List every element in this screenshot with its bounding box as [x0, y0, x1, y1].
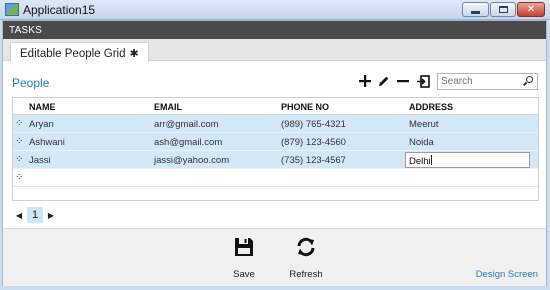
cell-name[interactable]: Ashwani: [29, 137, 65, 148]
grid-header: NAME EMAIL PHONE NO ADDRESS: [13, 98, 538, 115]
pager: ◀ 1 ▶: [14, 207, 56, 223]
row-edit-indicator-icon: ⁘: [15, 136, 24, 147]
table-row[interactable]: ⁘ Jassi jassi@yahoo.com (735) 123-4567 D…: [13, 151, 538, 169]
search-icon[interactable]: [526, 76, 533, 83]
tab-label: Editable People Grid: [20, 48, 126, 60]
table-row[interactable]: ⁘ Aryan arr@gmail.com (989) 765-4321 Mee…: [13, 115, 538, 133]
column-header-name[interactable]: NAME: [29, 102, 56, 112]
save-label: Save: [233, 269, 255, 280]
close-button[interactable]: ✕: [517, 2, 545, 17]
export-icon: [416, 74, 430, 88]
row-edit-indicator-icon: ⁘: [15, 154, 24, 165]
next-page-icon[interactable]: ▶: [46, 207, 56, 223]
tab-editable-people-grid[interactable]: Editable People Grid ✱: [10, 42, 149, 62]
cell-email[interactable]: arr@gmail.com: [154, 119, 219, 130]
plus-icon: [359, 75, 371, 87]
cell-phone[interactable]: (735) 123-4567: [281, 155, 346, 166]
window-titlebar: Application15 ✕: [0, 0, 550, 20]
close-icon: ✕: [526, 3, 536, 15]
floppy-disk-icon: [235, 238, 253, 256]
command-bar: Save Refresh Design Screen: [3, 228, 546, 286]
cell-address[interactable]: Meerut: [409, 119, 439, 130]
cell-phone[interactable]: (989) 765-4321: [281, 119, 346, 130]
cell-phone[interactable]: (879) 123-4560: [281, 137, 346, 148]
column-header-email[interactable]: EMAIL: [154, 102, 182, 112]
refresh-icon: [297, 237, 315, 257]
cell-email[interactable]: jassi@yahoo.com: [154, 155, 229, 166]
delete-button[interactable]: [396, 73, 410, 89]
new-row-icon: ⁘: [15, 172, 24, 183]
app-icon: [5, 3, 19, 16]
edit-button[interactable]: [377, 73, 391, 89]
address-editor-value: Delhi: [409, 156, 431, 167]
screen-title: People: [12, 76, 50, 90]
maximize-icon: [498, 6, 508, 13]
minimize-button[interactable]: [462, 2, 489, 17]
previous-page-icon[interactable]: ◀: [14, 207, 24, 223]
tasks-bar[interactable]: TASKS: [3, 21, 546, 39]
search-box[interactable]: [437, 73, 538, 90]
window-title: Application15: [23, 3, 96, 17]
text-caret: [430, 155, 432, 165]
tab-modified-icon: ✱: [129, 48, 139, 60]
maximize-button[interactable]: [490, 2, 516, 17]
pencil-icon: [379, 76, 389, 86]
tab-strip: Editable People Grid ✱: [3, 39, 546, 62]
minimize-icon: [471, 10, 480, 14]
refresh-button[interactable]: Refresh: [281, 236, 331, 280]
save-button[interactable]: Save: [219, 236, 269, 280]
minus-icon: [397, 80, 409, 83]
add-button[interactable]: [358, 73, 372, 89]
export-button[interactable]: [416, 73, 430, 89]
address-cell-editor[interactable]: Delhi: [405, 152, 530, 168]
people-grid: NAME EMAIL PHONE NO ADDRESS ⁘ Aryan arr@…: [12, 97, 539, 201]
cell-name[interactable]: Jassi: [29, 155, 51, 166]
design-screen-link[interactable]: Design Screen: [476, 269, 538, 280]
cell-email[interactable]: ash@gmail.com: [154, 137, 222, 148]
refresh-label: Refresh: [289, 269, 323, 280]
table-row[interactable]: ⁘ Ashwani ash@gmail.com (879) 123-4560 N…: [13, 133, 538, 151]
column-header-address[interactable]: ADDRESS: [409, 102, 453, 112]
application-frame: TASKS Editable People Grid✱ People NAME …: [2, 20, 547, 286]
row-edit-indicator-icon: ⁘: [15, 118, 24, 129]
page-number[interactable]: 1: [27, 207, 43, 223]
search-input[interactable]: [438, 74, 518, 89]
new-row[interactable]: ⁘: [13, 169, 538, 187]
column-header-phone[interactable]: PHONE NO: [281, 102, 329, 112]
cell-name[interactable]: Aryan: [29, 119, 54, 130]
screen-content: People NAME EMAIL PHONE NO ADDRESS ⁘: [10, 62, 541, 224]
cell-address[interactable]: Noida: [409, 137, 434, 148]
